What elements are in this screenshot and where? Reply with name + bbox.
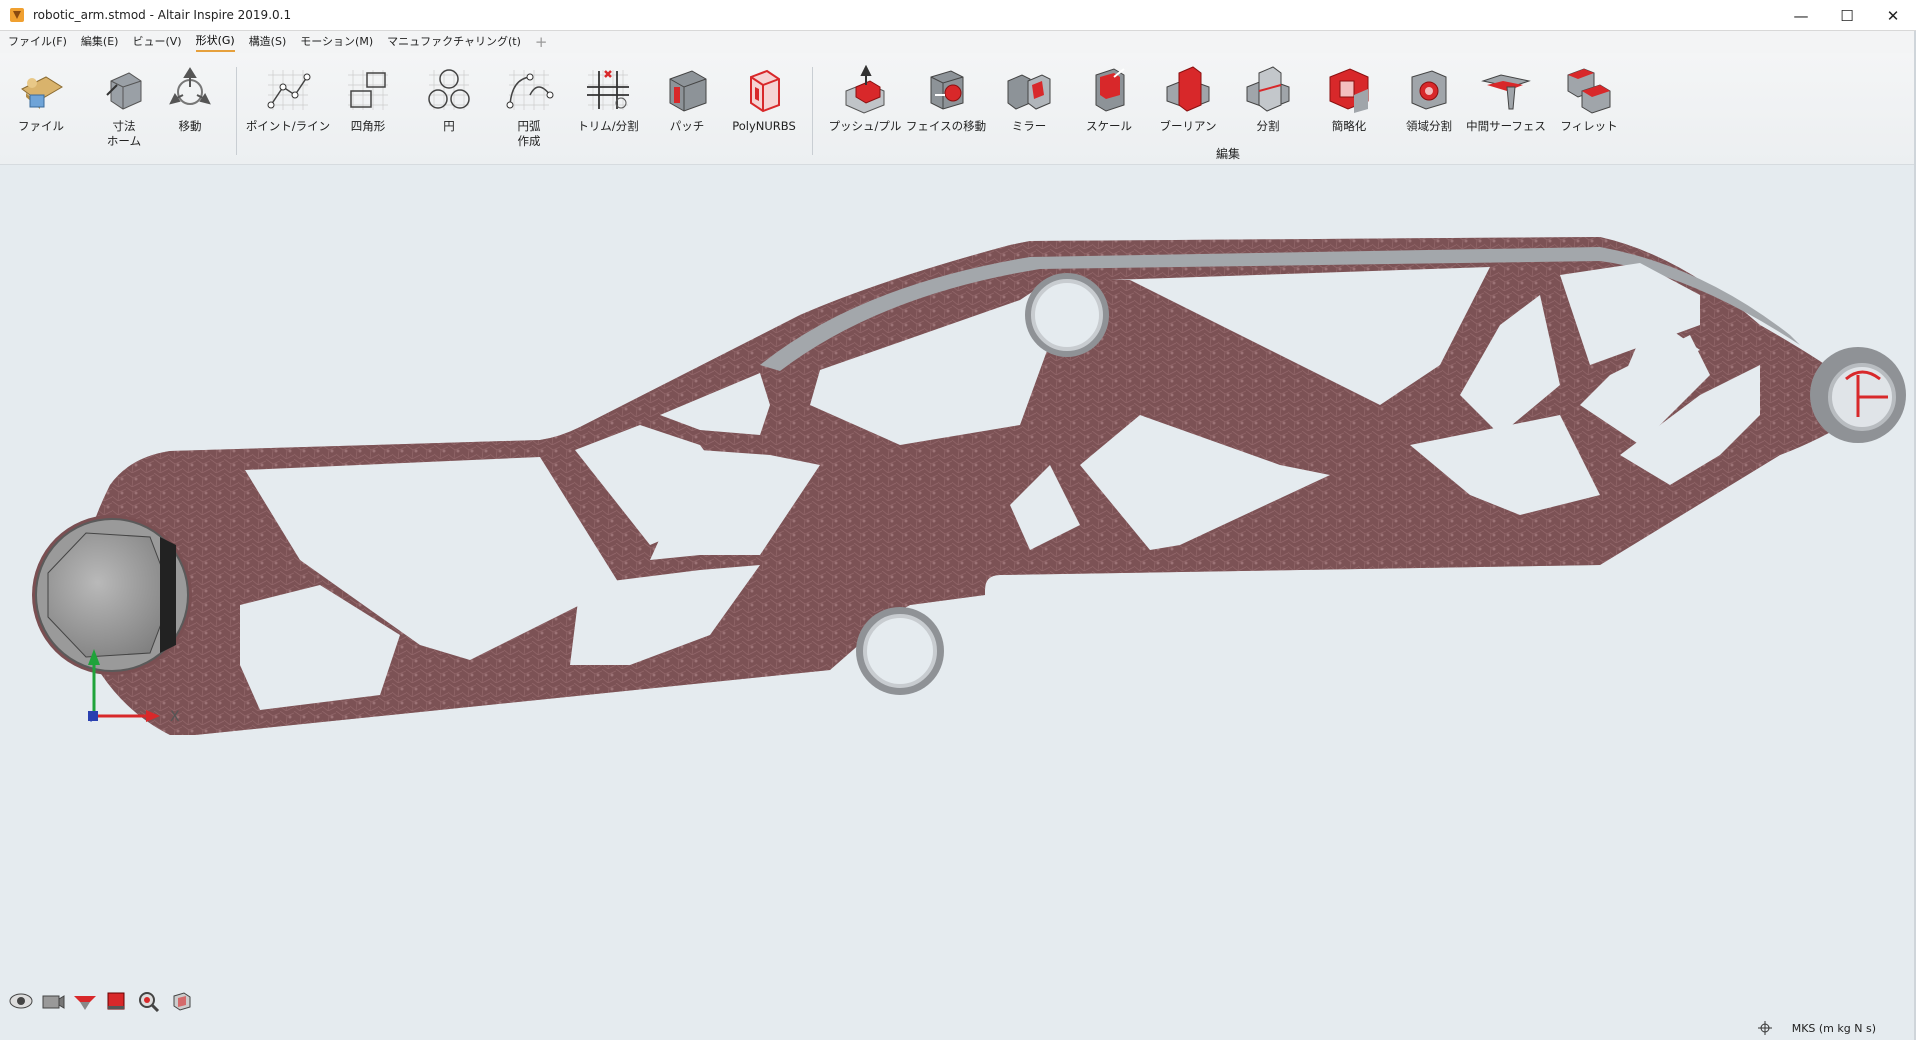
tool-midsurface[interactable]: 中間サーフェス [1466, 65, 1546, 134]
view-toolbar [8, 990, 194, 1012]
maximize-button[interactable]: ☐ [1824, 0, 1870, 31]
push-pull-icon [845, 65, 885, 114]
axis-x-label: X [170, 709, 180, 725]
tool-label: フェイスの移動 [905, 119, 987, 133]
tool-label: ブーリアン [1159, 119, 1217, 133]
menu-file[interactable]: ファイル(F) [8, 33, 67, 51]
boolean-icon [1166, 66, 1210, 112]
bottom-joint-ring[interactable] [856, 607, 944, 695]
section-view-icon[interactable] [72, 990, 98, 1012]
polynurbs-icon [750, 69, 780, 113]
tool-split[interactable]: 分割 [1228, 65, 1308, 134]
tool-label: ポイント/ライン [245, 119, 331, 133]
tool-circle[interactable]: 円 [409, 65, 489, 134]
close-button[interactable]: ✕ [1870, 0, 1916, 31]
left-bolt[interactable] [32, 515, 192, 675]
tool-label: 領域分割 [1406, 119, 1452, 133]
eye-icon[interactable] [8, 990, 34, 1012]
right-joint-ring[interactable] [1810, 347, 1906, 443]
menu-motion[interactable]: モーション(M) [300, 33, 373, 51]
tool-label: パッチ [669, 119, 705, 133]
camera-icon[interactable] [40, 990, 66, 1012]
fillet-icon [1567, 68, 1611, 114]
scale-icon [1095, 68, 1125, 112]
ribbon-toolbar: ファイル 寸法 ホーム 移動 ポイント/ライン 四角形 円 円弧 作成 トリム/… [0, 53, 1916, 165]
menu-manufacturing[interactable]: マニュファクチャリング(t) [387, 33, 521, 51]
tool-boolean[interactable]: ブーリアン [1148, 65, 1228, 134]
tool-label: スケール [1086, 119, 1132, 133]
circle-icon [428, 69, 470, 110]
patch-icon [669, 70, 707, 112]
minimize-button[interactable]: — [1778, 0, 1824, 31]
tool-label: 四角形 [350, 119, 386, 133]
point-line-icon [267, 70, 311, 110]
dimension-home-icon [106, 72, 142, 110]
status-bar: MKS (m kg N s) [1757, 1021, 1876, 1035]
split-icon [1246, 66, 1290, 112]
tool-polynurbs[interactable]: PolyNURBS [724, 65, 804, 134]
tool-move-face[interactable]: フェイスの移動 [906, 65, 986, 134]
group-label-edit: 編集 [1216, 147, 1241, 161]
tool-trim-split[interactable]: トリム/分割 [568, 65, 648, 134]
robotic-arm-model[interactable]: X [0, 165, 1916, 1040]
3d-viewport[interactable]: X MKS (m kg N s) [0, 165, 1916, 1040]
tool-label: ミラー [1011, 119, 1047, 133]
window-title: robotic_arm.stmod - Altair Inspire 2019.… [33, 8, 292, 22]
move-icon [169, 67, 211, 105]
ribbon-separator [812, 67, 813, 155]
tool-label: フィレット [1560, 119, 1618, 133]
tool-arc[interactable]: 円弧 作成 [489, 65, 569, 149]
top-joint-ring[interactable] [1025, 273, 1109, 357]
tool-label: ファイル [18, 119, 64, 133]
trim-split-icon [587, 70, 629, 110]
tool-label: 簡略化 [1331, 119, 1367, 133]
crosshair-icon[interactable] [1757, 1021, 1772, 1035]
view-cube-icon[interactable] [168, 990, 194, 1012]
title-bar: robotic_arm.stmod - Altair Inspire 2019.… [0, 0, 1916, 31]
simplify-icon [1329, 68, 1369, 113]
tool-label: プッシュ/プル [828, 119, 902, 133]
tool-file[interactable]: ファイル [1, 65, 81, 134]
tool-label: 中間サーフェス [1466, 119, 1546, 133]
tool-point-line[interactable]: ポイント/ライン [245, 65, 331, 134]
app-logo-icon [9, 7, 25, 23]
display-mode-icon[interactable] [104, 990, 130, 1012]
tool-rectangle[interactable]: 四角形 [328, 65, 408, 134]
partition-icon [1411, 70, 1447, 110]
tool-simplify[interactable]: 簡略化 [1309, 65, 1389, 134]
tool-label: PolyNURBS [732, 119, 796, 133]
menu-structure[interactable]: 構造(S) [249, 33, 287, 51]
move-face-icon [930, 70, 964, 110]
menu-view[interactable]: ビュー(V) [132, 33, 181, 51]
tool-label: トリム/分割 [577, 119, 639, 133]
unit-system[interactable]: MKS (m kg N s) [1792, 1022, 1876, 1035]
menu-bar: ファイル(F) 編集(E) ビュー(V) 形状(G) 構造(S) モーション(M… [0, 31, 1916, 53]
menu-edit[interactable]: 編集(E) [81, 33, 119, 51]
tool-mirror[interactable]: ミラー [989, 65, 1069, 134]
zoom-icon[interactable] [136, 990, 162, 1012]
tool-move[interactable]: 移動 [150, 65, 230, 134]
tool-push-pull[interactable]: プッシュ/プル [825, 65, 905, 134]
tool-label: 円 [443, 119, 455, 133]
midsurface-icon [1481, 74, 1531, 110]
rectangle-icon [348, 70, 388, 110]
tool-fillet[interactable]: フィレット [1549, 65, 1629, 134]
add-tab-button[interactable]: + [535, 33, 548, 51]
tool-patch[interactable]: パッチ [647, 65, 727, 134]
mirror-icon [1007, 74, 1051, 110]
tool-label: 分割 [1256, 119, 1280, 133]
tool-label: 円弧 作成 [517, 119, 541, 148]
tool-scale[interactable]: スケール [1069, 65, 1149, 134]
menu-geometry[interactable]: 形状(G) [195, 32, 235, 52]
tool-label: 寸法 ホーム [106, 119, 142, 148]
ribbon-separator [236, 67, 237, 155]
tool-partition[interactable]: 領域分割 [1389, 65, 1469, 134]
tool-label: 移動 [178, 119, 202, 133]
arc-icon [506, 70, 554, 110]
file-icon [21, 76, 63, 109]
